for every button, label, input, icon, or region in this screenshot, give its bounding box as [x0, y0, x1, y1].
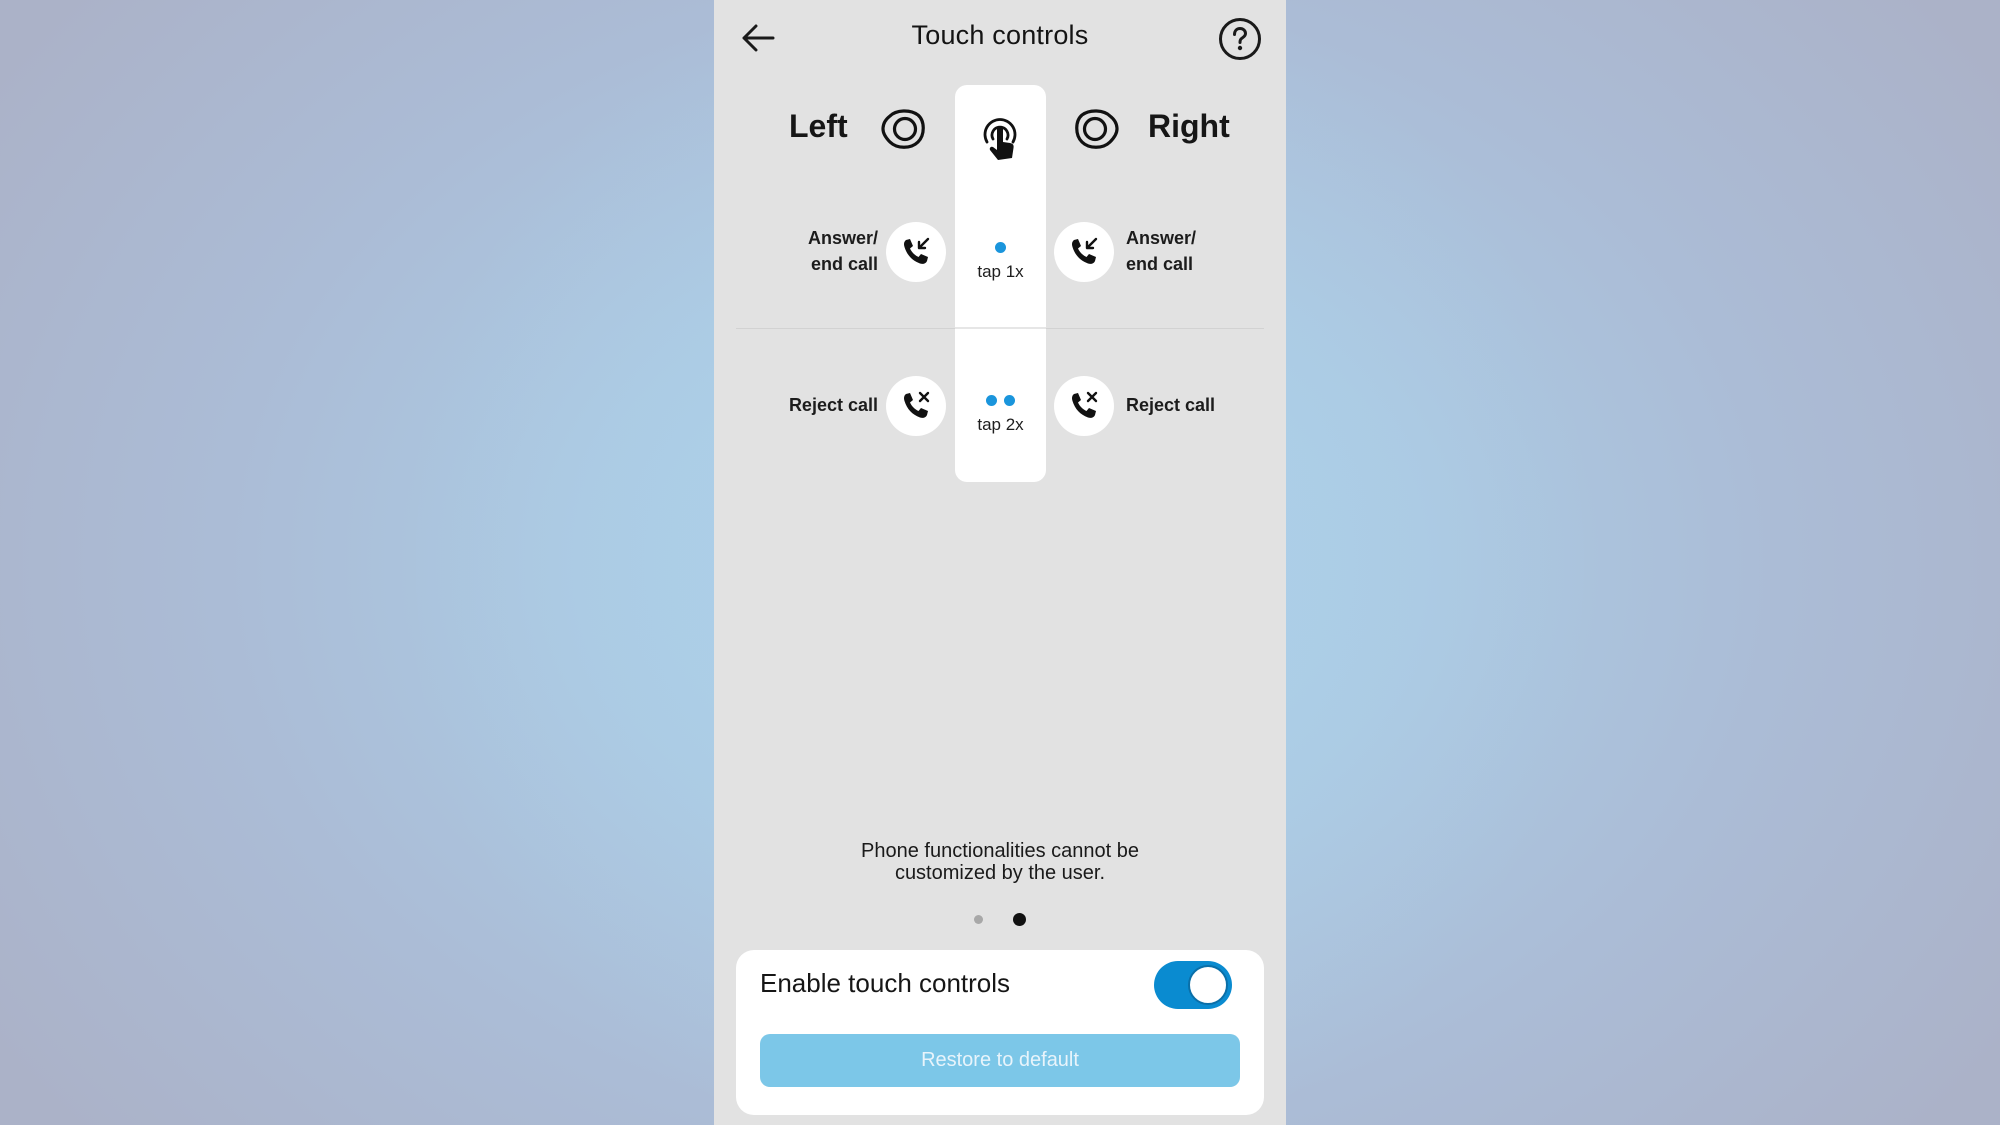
- phone-screen: Touch controls Left Right Answer/ end ca…: [714, 0, 1286, 1125]
- gesture-label-tap2: tap 2x: [977, 415, 1024, 434]
- right-action-tap1-button[interactable]: [1054, 222, 1114, 282]
- tap-dot: [995, 242, 1006, 253]
- info-line: customized by the user.: [894, 862, 1106, 884]
- left-earbud-label: Left: [789, 108, 848, 144]
- tap-1x-indicator: [955, 242, 1046, 253]
- left-action-label-tap1: Answer/ end call: [808, 225, 878, 277]
- right-earbud-label: Right: [1148, 108, 1230, 144]
- tap-dot: [1004, 395, 1015, 406]
- label-line: Answer/: [1126, 228, 1197, 248]
- enable-touch-controls-label: Enable touch controls: [760, 968, 1011, 998]
- label-line: Answer/: [807, 228, 878, 248]
- help-button[interactable]: [1218, 17, 1262, 61]
- toggle-knob: [1188, 965, 1228, 1005]
- label-line: end call: [1126, 254, 1194, 274]
- phone-reject-icon: [904, 391, 930, 418]
- right-action-tap2-button[interactable]: [1054, 376, 1114, 436]
- page-dot-2[interactable]: [1013, 913, 1026, 926]
- touch-gesture-icon: [983, 118, 1017, 160]
- info-text: Phone functionalities cannot be customiz…: [714, 840, 1286, 884]
- gesture-divider: [955, 327, 1046, 329]
- right-action-label-tap1: Answer/ end call: [1126, 225, 1196, 277]
- info-line: Phone functionalities cannot be: [861, 840, 1139, 862]
- question-circle-icon: [1219, 18, 1261, 60]
- phone-incoming-icon: [1072, 237, 1098, 264]
- gesture-label-tap1: tap 1x: [977, 262, 1024, 281]
- tap-2x-indicator: [955, 395, 1046, 406]
- page-dot-1[interactable]: [974, 915, 983, 924]
- page-title: Touch controls: [911, 20, 1089, 50]
- restore-default-button[interactable]: Restore to default: [760, 1034, 1240, 1087]
- label-line: Reject call: [1126, 395, 1216, 415]
- earbud-left-icon: [881, 109, 925, 149]
- phone-incoming-icon: [904, 237, 930, 264]
- enable-touch-controls-toggle[interactable]: [1154, 961, 1232, 1009]
- left-action-tap1-button[interactable]: [886, 222, 946, 282]
- settings-card: Enable touch controls Restore to default: [736, 950, 1264, 1115]
- phone-reject-icon: [1072, 391, 1098, 418]
- label-line: Reject call: [788, 395, 878, 415]
- left-action-label-tap2: Reject call: [789, 392, 878, 418]
- earbud-right-icon: [1075, 109, 1119, 149]
- tap-dot: [986, 395, 997, 406]
- left-action-tap2-button[interactable]: [886, 376, 946, 436]
- page-indicator: [714, 913, 1286, 926]
- label-line: end call: [810, 254, 878, 274]
- right-action-label-tap2: Reject call: [1126, 392, 1215, 418]
